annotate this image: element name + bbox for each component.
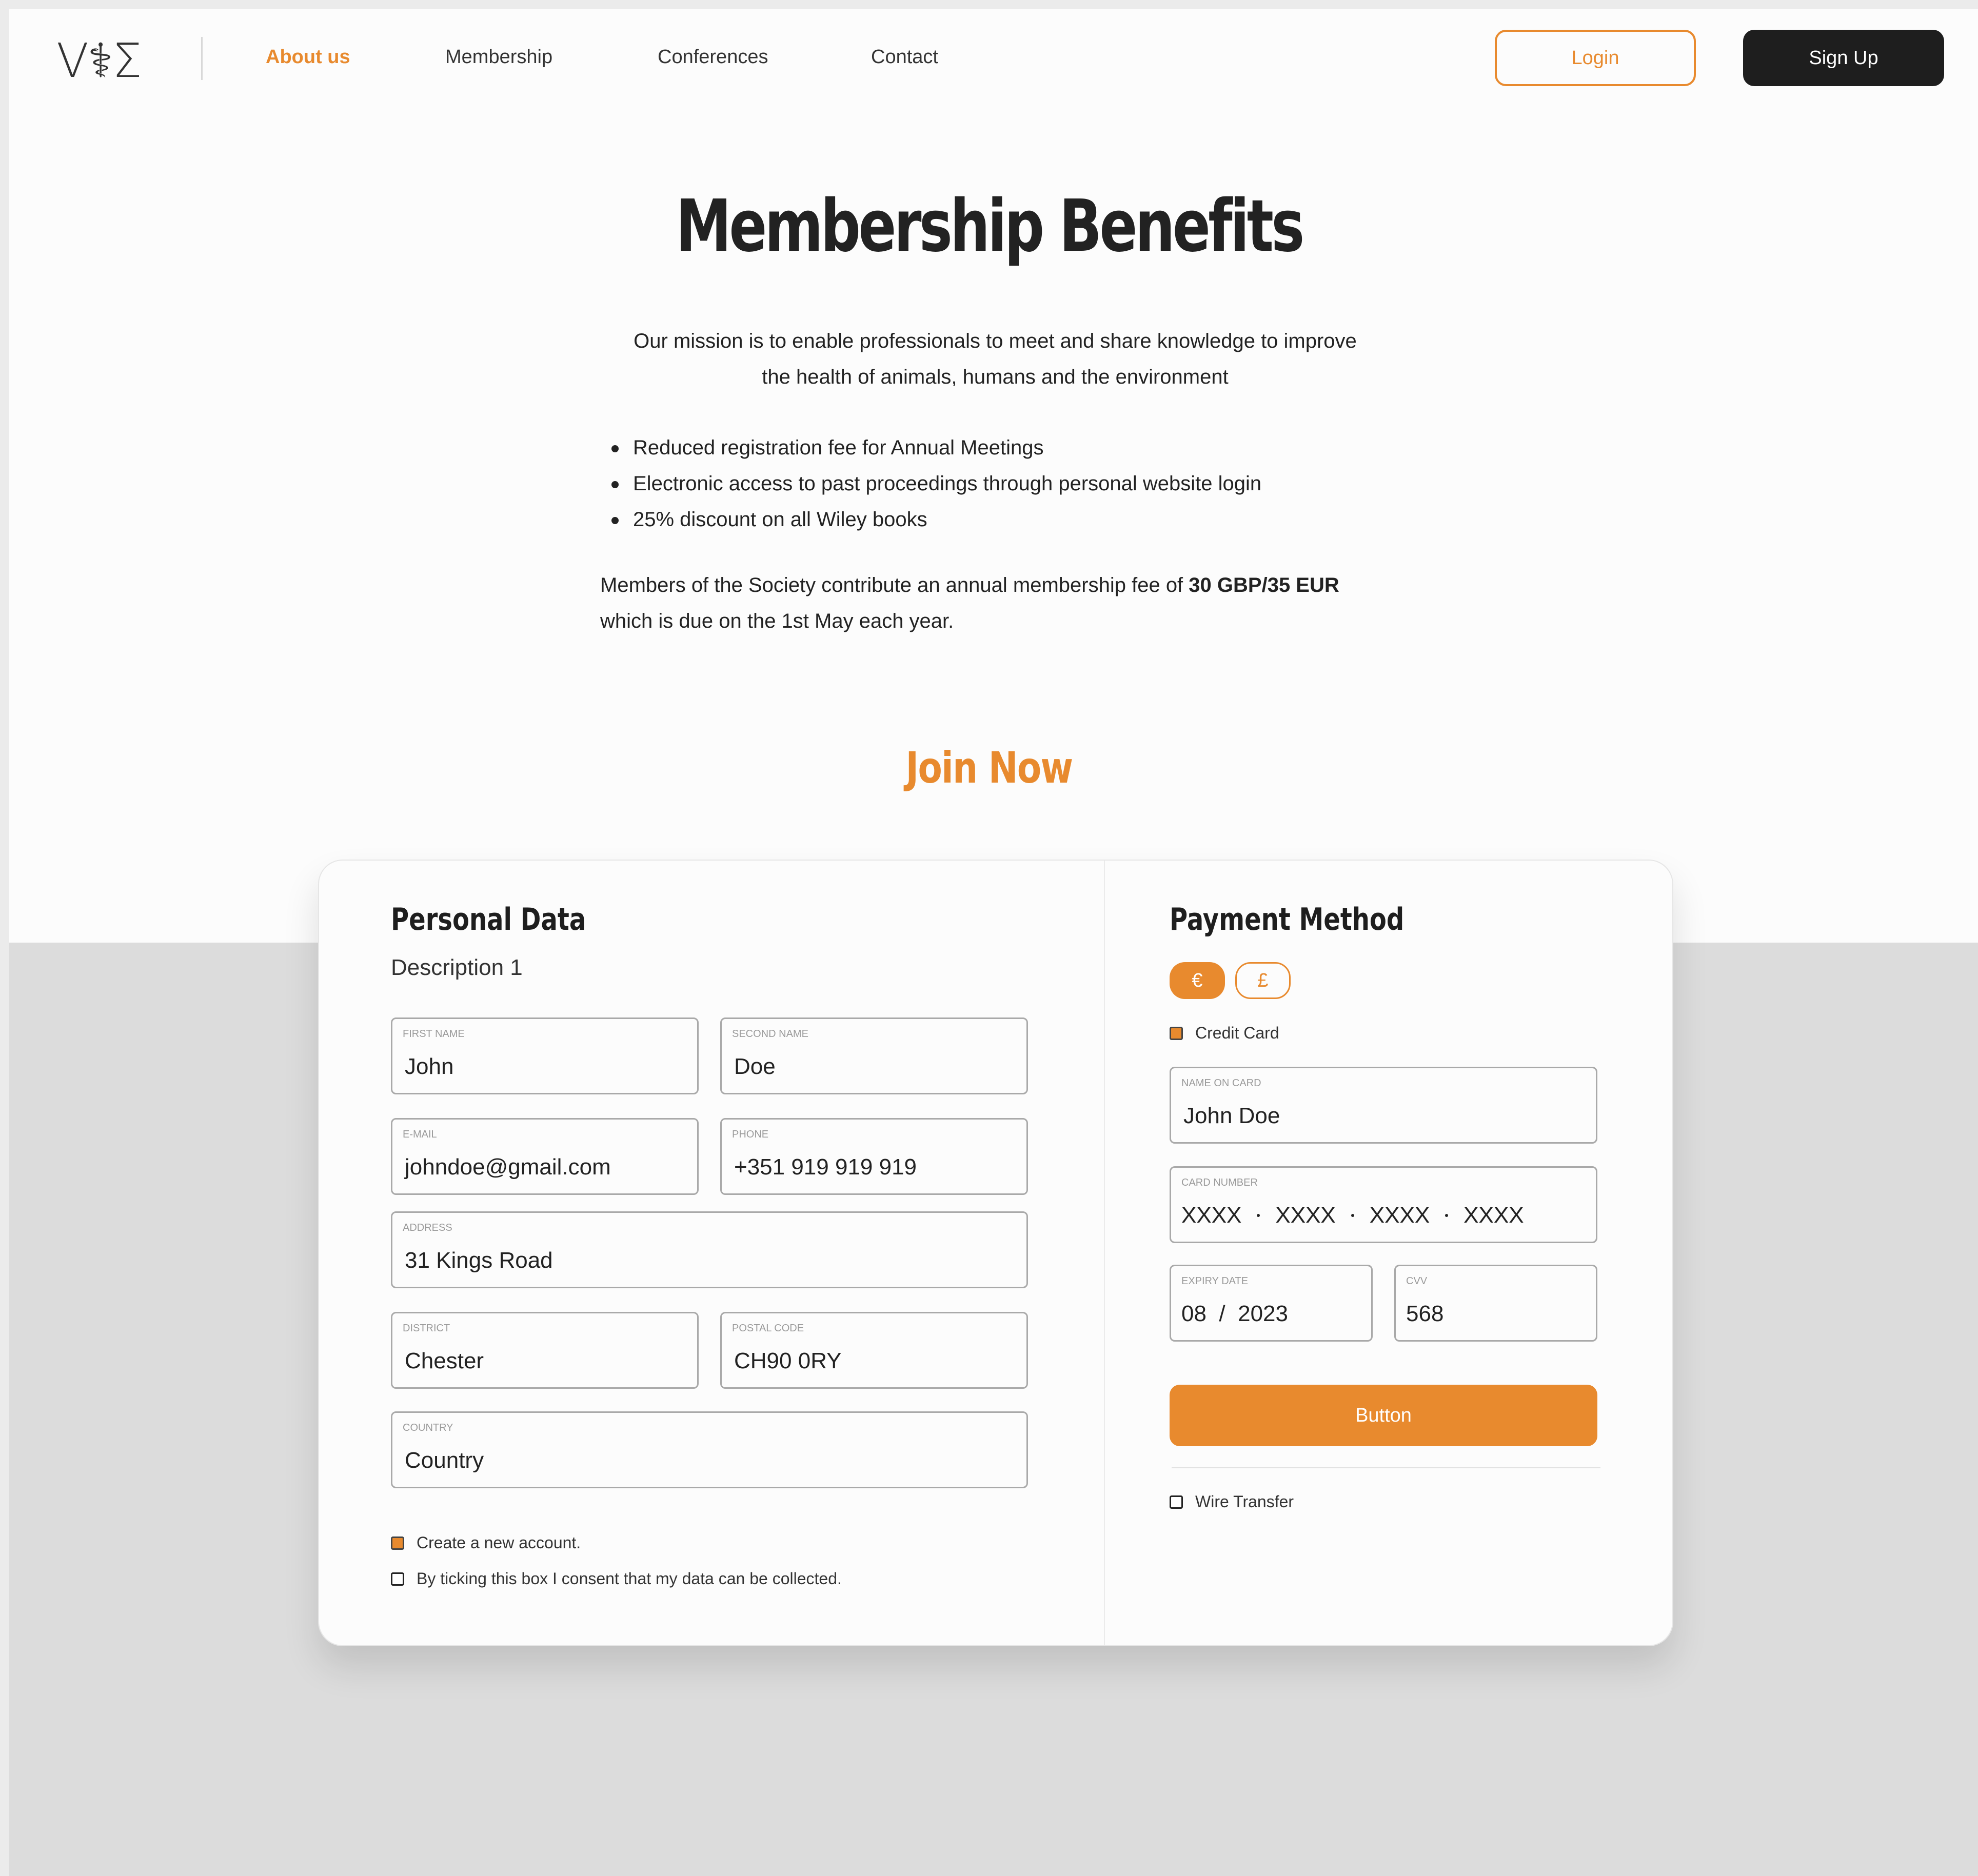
fee-amount: 30 GBP/35 EUR <box>1189 574 1339 596</box>
card-number-field[interactable]: CARD NUMBER XXXX XXXX XXXX XXXX <box>1170 1166 1597 1243</box>
top-navigation: V⚕Σ About us Membership Conferences Cont… <box>9 9 1978 107</box>
card-number-group: XXXX <box>1275 1203 1336 1228</box>
card-divider <box>1104 861 1105 1645</box>
logo-text: V⚕Σ <box>56 33 142 88</box>
field-label: CARD NUMBER <box>1181 1177 1258 1188</box>
payment-submit-button[interactable]: Button <box>1170 1385 1597 1446</box>
nav-link-contact[interactable]: Contact <box>871 46 938 68</box>
wire-transfer-checkbox[interactable] <box>1170 1495 1183 1509</box>
field-label: EXPIRY DATE <box>1181 1275 1249 1287</box>
join-now-heading: Join Now <box>905 743 1073 793</box>
login-button[interactable]: Login <box>1495 30 1696 86</box>
card-number-group: XXXX <box>1369 1203 1430 1228</box>
field-label: PHONE <box>732 1129 769 1140</box>
page-title: Membership Benefits <box>676 185 1304 268</box>
payment-method-title: Payment Method <box>1170 902 1405 937</box>
create-account-checkbox-row[interactable]: Create a new account. <box>391 1533 581 1552</box>
consent-checkbox-row[interactable]: By ticking this box I consent that my da… <box>391 1569 842 1588</box>
card-number-group: XXXX <box>1181 1203 1242 1228</box>
payment-divider <box>1172 1467 1600 1468</box>
credit-card-option[interactable]: Credit Card <box>1170 1024 1279 1043</box>
field-label: COUNTRY <box>403 1422 453 1433</box>
nav-link-conferences[interactable]: Conferences <box>658 46 768 68</box>
field-label: NAME ON CARD <box>1181 1077 1261 1089</box>
membership-fee-text: Members of the Society contribute an ann… <box>600 567 1421 639</box>
currency-euro-toggle[interactable]: € <box>1170 962 1225 999</box>
separator-dot <box>1445 1214 1449 1217</box>
consent-checkbox[interactable] <box>391 1572 404 1586</box>
field-label: POSTAL CODE <box>732 1323 804 1334</box>
benefit-item: Electronic access to past proceedings th… <box>605 466 1426 502</box>
card-number-group: XXXX <box>1463 1203 1524 1228</box>
card-number-value: XXXX XXXX XXXX XXXX <box>1181 1203 1524 1228</box>
credit-card-label: Credit Card <box>1195 1024 1279 1042</box>
nav-link-membership[interactable]: Membership <box>445 46 552 68</box>
fee-prefix: Members of the Society contribute an ann… <box>600 574 1189 596</box>
separator-dot <box>1257 1214 1260 1217</box>
mission-line-2: the health of animals, humans and the en… <box>762 366 1229 388</box>
address-field[interactable]: ADDRESS 31 Kings Road <box>391 1211 1028 1288</box>
email-field[interactable]: E-MAIL johndoe@gmail.com <box>391 1118 699 1195</box>
field-label: CVV <box>1406 1275 1428 1287</box>
postal-code-field[interactable]: POSTAL CODE CH90 0RY <box>720 1312 1028 1389</box>
field-label: ADDRESS <box>403 1222 452 1233</box>
mission-line-1: Our mission is to enable professionals t… <box>634 330 1357 352</box>
phone-field[interactable]: PHONE +351 919 919 919 <box>720 1118 1028 1195</box>
nav-link-about-us[interactable]: About us <box>266 46 350 68</box>
site-logo[interactable]: V⚕Σ <box>56 30 159 91</box>
expiry-month: 08 <box>1181 1301 1206 1326</box>
field-label: DISTRICT <box>403 1323 450 1334</box>
create-account-checkbox[interactable] <box>391 1536 404 1550</box>
field-value: +351 919 919 919 <box>734 1154 917 1180</box>
field-label: FIRST NAME <box>403 1028 465 1040</box>
expiry-year: 2023 <box>1238 1301 1288 1326</box>
field-value: John <box>405 1054 454 1079</box>
field-value: Country <box>405 1448 484 1473</box>
first-name-field[interactable]: FIRST NAME John <box>391 1017 699 1094</box>
create-account-label: Create a new account. <box>417 1533 581 1552</box>
nav-divider <box>201 37 203 80</box>
personal-data-description: Description 1 <box>391 955 523 980</box>
benefits-list: Reduced registration fee for Annual Meet… <box>605 430 1426 537</box>
district-field[interactable]: DISTRICT Chester <box>391 1312 699 1389</box>
expiry-date-value: 08 / 2023 <box>1181 1301 1288 1327</box>
field-value: Chester <box>405 1348 484 1373</box>
field-label: E-MAIL <box>403 1129 437 1140</box>
separator-dot <box>1351 1214 1354 1217</box>
field-value: johndoe@gmail.com <box>405 1154 611 1180</box>
country-field[interactable]: COUNTRY Country <box>391 1411 1028 1488</box>
credit-card-checkbox[interactable] <box>1170 1026 1183 1040</box>
personal-data-title: Personal Data <box>391 902 586 937</box>
name-on-card-field[interactable]: NAME ON CARD John Doe <box>1170 1067 1597 1144</box>
field-value: CH90 0RY <box>734 1348 842 1373</box>
expiry-date-field[interactable]: EXPIRY DATE 08 / 2023 <box>1170 1265 1373 1342</box>
expiry-separator: / <box>1219 1301 1225 1326</box>
cvv-field[interactable]: CVV 568 <box>1394 1265 1597 1342</box>
consent-label: By ticking this box I consent that my da… <box>417 1569 842 1588</box>
currency-pound-toggle[interactable]: £ <box>1235 962 1291 999</box>
wire-transfer-option[interactable]: Wire Transfer <box>1170 1492 1294 1511</box>
signup-button[interactable]: Sign Up <box>1743 30 1944 86</box>
field-value: 568 <box>1406 1301 1444 1326</box>
wire-transfer-label: Wire Transfer <box>1195 1492 1294 1511</box>
field-label: SECOND NAME <box>732 1028 808 1040</box>
second-name-field[interactable]: SECOND NAME Doe <box>720 1017 1028 1094</box>
benefit-item: Reduced registration fee for Annual Meet… <box>605 430 1426 466</box>
fee-suffix: which is due on the 1st May each year. <box>600 610 954 632</box>
field-value: Doe <box>734 1054 776 1079</box>
field-value: 31 Kings Road <box>405 1248 553 1273</box>
benefit-item: 25% discount on all Wiley books <box>605 502 1426 537</box>
field-value: John Doe <box>1183 1103 1280 1128</box>
mission-statement: Our mission is to enable professionals t… <box>564 323 1426 395</box>
